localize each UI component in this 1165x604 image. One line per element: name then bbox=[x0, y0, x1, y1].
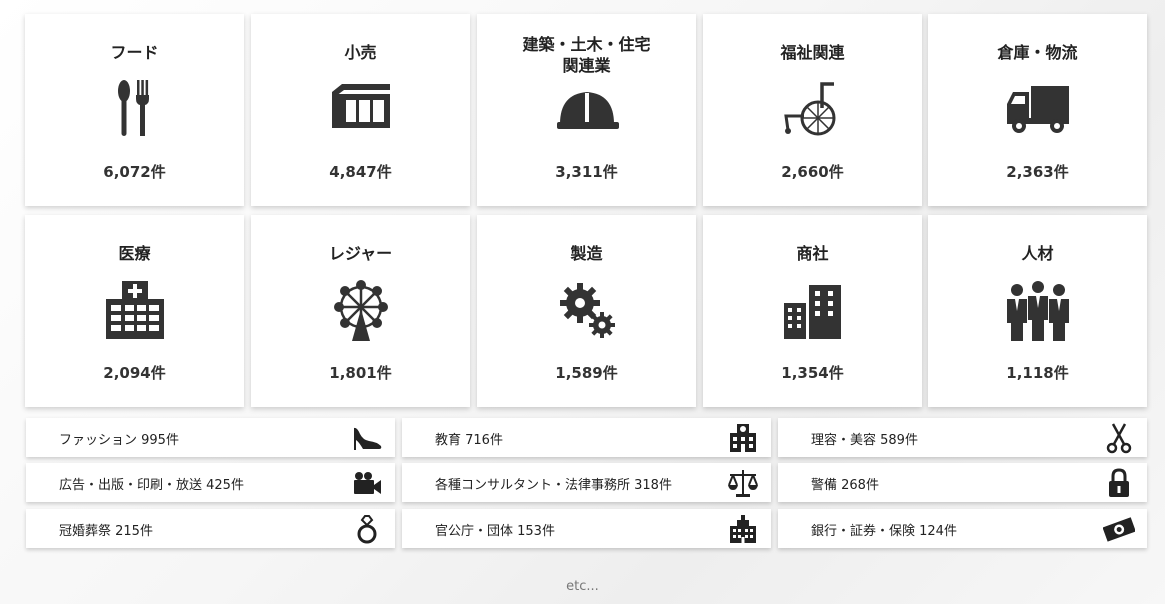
category-label: フード bbox=[110, 43, 159, 62]
category-row-label: 銀行・証券・保険 124件 bbox=[811, 524, 957, 539]
category-tile-welfare[interactable]: 福祉関連 2,660件 bbox=[703, 14, 922, 206]
etc-label: etc... bbox=[566, 579, 599, 594]
category-label: 人材 bbox=[1021, 244, 1054, 263]
high-heel-icon bbox=[351, 422, 383, 454]
category-row-label: 冠婚葬祭 215件 bbox=[59, 524, 153, 539]
hospital-icon bbox=[100, 279, 170, 343]
category-count: 1,118件 bbox=[1006, 364, 1069, 382]
category-tile-construction[interactable]: 建築・土木・住宅 関連業 3,311件 bbox=[477, 14, 696, 206]
scales-icon bbox=[727, 467, 759, 499]
category-row-public[interactable]: 官公庁・団体 153件 bbox=[402, 509, 771, 548]
category-label: 倉庫・物流 bbox=[997, 43, 1078, 62]
category-count: 2,363件 bbox=[1006, 163, 1069, 181]
category-tile-manufacturing[interactable]: 製造 1,589件 bbox=[477, 215, 696, 407]
category-label: 福祉関連 bbox=[780, 43, 845, 62]
category-label: 医療 bbox=[118, 244, 151, 263]
office-buildings-icon bbox=[778, 279, 848, 343]
video-camera-icon bbox=[351, 467, 383, 499]
ferris-wheel-icon bbox=[326, 279, 396, 343]
government-building-icon bbox=[727, 513, 759, 545]
fork-spoon-icon bbox=[100, 78, 170, 142]
category-tile-trading[interactable]: 商社 1,354件 bbox=[703, 215, 922, 407]
category-label: レジャー bbox=[328, 244, 393, 263]
storefront-icon bbox=[326, 78, 396, 142]
category-count: 6,072件 bbox=[103, 163, 166, 181]
hard-hat-icon bbox=[552, 78, 622, 142]
category-label: 製造 bbox=[570, 244, 603, 263]
ring-icon bbox=[351, 513, 383, 545]
category-tile-medical[interactable]: 医療 2,094件 bbox=[25, 215, 244, 407]
people-icon bbox=[1003, 279, 1073, 343]
category-row-label: 広告・出版・印刷・放送 425件 bbox=[59, 478, 244, 493]
category-row-media[interactable]: 広告・出版・印刷・放送 425件 bbox=[26, 463, 395, 502]
banknote-icon bbox=[1103, 513, 1135, 545]
padlock-icon bbox=[1103, 467, 1135, 499]
gears-icon bbox=[552, 279, 622, 343]
category-row-label: 各種コンサルタント・法律事務所 318件 bbox=[435, 478, 672, 493]
category-tile-leisure[interactable]: レジャー 1,801件 bbox=[251, 215, 470, 407]
truck-icon bbox=[1003, 78, 1073, 142]
category-row-label: 官公庁・団体 153件 bbox=[435, 524, 555, 539]
category-count: 2,660件 bbox=[781, 163, 844, 181]
category-row-ceremony[interactable]: 冠婚葬祭 215件 bbox=[26, 509, 395, 548]
category-tile-logistics[interactable]: 倉庫・物流 2,363件 bbox=[928, 14, 1147, 206]
category-count: 2,094件 bbox=[103, 364, 166, 382]
category-row-consulting[interactable]: 各種コンサルタント・法律事務所 318件 bbox=[402, 463, 771, 502]
category-row-security[interactable]: 警備 268件 bbox=[778, 463, 1147, 502]
category-row-label: 理容・美容 589件 bbox=[811, 433, 918, 448]
category-count: 1,801件 bbox=[329, 364, 392, 382]
category-row-label: ファッション 995件 bbox=[59, 433, 179, 448]
category-row-finance[interactable]: 銀行・証券・保険 124件 bbox=[778, 509, 1147, 548]
category-label: 小売 bbox=[344, 43, 377, 62]
category-row-label: 教育 716件 bbox=[435, 433, 503, 448]
category-tile-staffing[interactable]: 人材 1,118件 bbox=[928, 215, 1147, 407]
category-tile-food[interactable]: フード 6,072件 bbox=[25, 14, 244, 206]
category-label: 商社 bbox=[796, 244, 829, 263]
category-count: 1,589件 bbox=[555, 364, 618, 382]
category-count: 1,354件 bbox=[781, 364, 844, 382]
category-row-education[interactable]: 教育 716件 bbox=[402, 418, 771, 457]
category-label: 建築・土木・住宅 関連業 bbox=[522, 35, 651, 75]
category-tile-retail[interactable]: 小売 4,847件 bbox=[251, 14, 470, 206]
school-icon bbox=[727, 422, 759, 454]
category-row-fashion[interactable]: ファッション 995件 bbox=[26, 418, 395, 457]
wheelchair-icon bbox=[778, 78, 848, 142]
category-count: 3,311件 bbox=[555, 163, 618, 181]
category-row-beauty[interactable]: 理容・美容 589件 bbox=[778, 418, 1147, 457]
scissors-icon bbox=[1103, 422, 1135, 454]
category-count: 4,847件 bbox=[329, 163, 392, 181]
category-row-label: 警備 268件 bbox=[811, 478, 879, 493]
